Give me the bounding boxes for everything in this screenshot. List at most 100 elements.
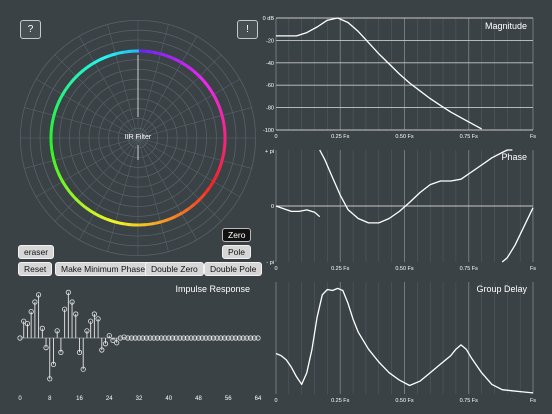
unit-circle-arc	[187, 65, 196, 74]
zero-button[interactable]: Zero	[222, 228, 252, 242]
impulse-tick-label: 48	[195, 396, 202, 402]
x-tick-label: 0.25 Fs	[331, 134, 350, 140]
magnitude-chart: 0 0.25 Fs 0.50 Fs 0.75 Fs Fs 0 dB -20 -40 -60 -80…	[263, 16, 537, 140]
unit-circle-arc	[65, 80, 74, 89]
unit-circle-arc	[57, 173, 64, 183]
impulse-response-plot: 0 8 16 24 32 40 48 56 64	[17, 289, 262, 402]
unit-circle-arc	[192, 198, 201, 207]
x-tick-label: 0	[274, 266, 277, 272]
unit-circle-arc	[215, 100, 222, 110]
unit-circle-arc	[100, 54, 110, 61]
impulse-tick-label: 8	[48, 396, 52, 402]
x-tick-label: 0.75 Fs	[460, 266, 479, 272]
unit-circle-arc	[198, 75, 207, 84]
unit-circle-arc	[99, 215, 109, 222]
unit-circle-arc	[70, 74, 79, 84]
unit-circle-arc	[93, 57, 103, 64]
impulse-response-title: Impulse Response	[175, 284, 250, 294]
unit-circle-arc	[60, 179, 68, 189]
x-tick-label: 0	[274, 134, 277, 140]
unit-circle-arc	[52, 159, 58, 169]
x-tick-label: 0.25 Fs	[331, 266, 350, 272]
phase-y-tick-label: - pi	[266, 260, 274, 266]
impulse-tick-label: 24	[106, 396, 113, 402]
impulse-tick-label: 0	[18, 396, 22, 402]
unit-circle-arc	[202, 187, 211, 196]
x-tick-label: Fs	[530, 134, 536, 140]
unit-circle-arc	[54, 99, 61, 109]
impulse-tick-label: 56	[225, 396, 232, 402]
unit-circle-arc	[122, 49, 132, 54]
unit-circle-arc	[107, 52, 117, 58]
unit-circle-arc	[74, 197, 84, 206]
double-zero-button[interactable]: Double Zero	[145, 262, 204, 276]
impulse-tick-label: 40	[165, 396, 172, 402]
unit-circle-arc	[106, 218, 116, 224]
double-pole-button[interactable]: Double Pole	[204, 262, 263, 276]
unit-circle-arc	[211, 174, 219, 184]
unit-circle-arc	[92, 211, 102, 219]
unit-circle-arc	[65, 186, 73, 195]
unit-circle-arc	[114, 220, 124, 226]
phase-chart: 0 0.25 Fs 0.50 Fs 0.75 Fs Fs+ pi0- pi	[265, 149, 536, 272]
info-button[interactable]: !	[237, 20, 258, 39]
z-plane-label: IIR Filter	[125, 134, 152, 141]
unit-circle-arc	[186, 203, 195, 211]
unit-circle-arc	[179, 208, 189, 216]
unit-circle-arc	[69, 192, 78, 201]
make-minimum-phase-button[interactable]: Make Minimum Phase	[55, 262, 152, 276]
unit-circle-arc	[167, 54, 177, 61]
unit-circle-arc	[180, 61, 190, 69]
group-delay-title: Group Delay	[476, 284, 527, 294]
series-line	[275, 205, 321, 218]
unit-circle-arc	[207, 180, 215, 190]
series-line	[501, 207, 534, 263]
unit-circle-arc	[208, 87, 216, 97]
magnitude-y-tick-label: -60	[266, 83, 274, 89]
magnitude-y-tick-label: -20	[266, 38, 274, 44]
x-tick-label: 0.50 Fs	[395, 266, 414, 272]
phase-title: Phase	[501, 152, 527, 162]
unit-circle-arc	[81, 65, 90, 73]
unit-circle-arc	[174, 57, 184, 65]
pole-button[interactable]: Pole	[222, 245, 252, 259]
impulse-tick-label: 16	[76, 396, 83, 402]
unit-circle-arc	[203, 81, 211, 90]
unit-circle-arc	[152, 50, 162, 56]
unit-circle-arc	[197, 192, 206, 202]
unit-circle-arc	[61, 86, 69, 96]
unit-circle-arc	[115, 50, 125, 56]
unit-circle-arc	[87, 60, 97, 68]
impulse-tick-label: 64	[255, 396, 262, 402]
x-tick-label: 0	[274, 398, 277, 404]
unit-circle-arc	[49, 121, 54, 131]
unit-circle-arc	[220, 152, 226, 162]
x-tick-label: 0.25 Fs	[331, 398, 350, 404]
unit-circle-arc	[215, 167, 222, 177]
unit-circle-arc	[218, 160, 224, 170]
unit-circle-arc	[54, 166, 61, 176]
unit-circle-arc	[166, 215, 176, 222]
x-tick-label: Fs	[530, 398, 536, 404]
magnitude-title: Magnitude	[485, 21, 527, 31]
eraser-button[interactable]: eraser	[18, 245, 55, 259]
magnitude-y-tick-label: -80	[266, 106, 274, 112]
unit-circle-arc	[50, 151, 56, 161]
series-line	[319, 149, 513, 224]
unit-circle-arc	[222, 122, 227, 132]
help-button[interactable]: ?	[20, 20, 41, 39]
unit-circle-arc	[57, 92, 65, 102]
unit-circle-arc	[220, 115, 226, 125]
unit-circle-arc	[144, 222, 154, 227]
unit-circle-arc	[151, 220, 161, 226]
x-tick-label: 0.50 Fs	[395, 134, 414, 140]
unit-circle-arc	[49, 144, 54, 154]
x-tick-label: 0.50 Fs	[395, 398, 414, 404]
reset-button[interactable]: Reset	[18, 262, 53, 276]
unit-circle-arc	[222, 145, 227, 155]
unit-circle-arc	[75, 69, 84, 78]
group-delay-chart: 0 0.25 Fs 0.50 Fs 0.75 Fs Fs	[274, 282, 536, 404]
phase-y-tick-label: + pi	[265, 149, 274, 155]
magnitude-y-tick-label: 0 dB	[263, 16, 275, 22]
unit-circle-arc	[50, 114, 56, 124]
